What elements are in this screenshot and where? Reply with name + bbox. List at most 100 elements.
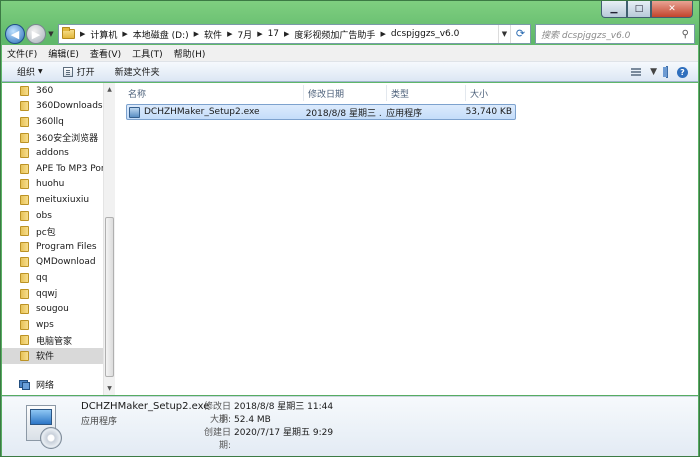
nav-item-qqwj[interactable]: qqwj — [2, 286, 103, 302]
nav-item-360llq[interactable]: 360llq — [2, 114, 103, 130]
folder-icon — [20, 288, 29, 299]
back-button[interactable]: ◀ — [5, 24, 25, 44]
folder-tree: 360 360Downloads 360llq 360安全浏览器 addons … — [2, 83, 103, 395]
chevron-right-icon[interactable]: ▶ — [380, 30, 385, 38]
breadcrumb-drive-d[interactable]: 本地磁盘 (D:) — [133, 28, 189, 41]
column-modified[interactable]: 修改日期 — [304, 85, 387, 101]
folder-icon — [20, 132, 29, 143]
nav-item-qq[interactable]: qq — [2, 270, 103, 286]
details-file-name: DCHZHMaker_Setup2.exe — [81, 401, 210, 412]
application-icon — [129, 106, 140, 118]
nav-item-360downloads[interactable]: 360Downloads — [2, 99, 103, 115]
nav-item-sougou[interactable]: sougou — [2, 301, 103, 317]
close-button[interactable]: ✕ — [651, 1, 693, 18]
breadcrumb-app-folder[interactable]: 度彩视频加广告助手 — [294, 28, 375, 41]
scroll-up-arrow-icon[interactable]: ▲ — [104, 83, 115, 96]
nav-item-ape-to-mp3[interactable]: APE To MP3 Por — [2, 161, 103, 177]
maximize-icon: □ — [634, 4, 644, 14]
modified-label: 修改日期: — [203, 402, 231, 425]
change-view-button[interactable] — [631, 68, 642, 76]
nav-scrollbar[interactable]: ▲ ▼ — [103, 83, 115, 395]
nav-item-label: APE To MP3 Por — [36, 163, 103, 174]
breadcrumb-17[interactable]: 17 — [268, 29, 279, 39]
view-options-dropdown[interactable]: ▼ — [650, 67, 657, 77]
nav-item-pc-pack[interactable]: pc包 — [2, 223, 103, 239]
nav-item-addons[interactable]: addons — [2, 145, 103, 161]
chevron-right-icon[interactable]: ▶ — [284, 30, 289, 38]
column-headers: 名称 修改日期 类型 大小 — [124, 85, 518, 101]
search-icon[interactable]: ⚲ — [682, 29, 689, 40]
new-folder-label: 新建文件夹 — [114, 68, 160, 78]
folder-icon — [20, 101, 29, 112]
open-button[interactable]: 打开 — [62, 65, 95, 78]
list-view-icon — [631, 68, 642, 76]
menu-help[interactable]: 帮助(H) — [174, 47, 206, 60]
breadcrumb-computer[interactable]: 计算机 — [90, 28, 117, 41]
nav-item-360[interactable]: 360 — [2, 83, 103, 99]
nav-item-label: 360 — [36, 85, 54, 96]
organize-button[interactable]: 组织 ▼ — [17, 65, 43, 78]
minimize-icon: ▁ — [610, 4, 618, 14]
preview-pane-button[interactable] — [666, 66, 668, 78]
nav-item-wps[interactable]: wps — [2, 317, 103, 333]
nav-item-label: 网络 — [36, 380, 55, 391]
folder-icon — [20, 194, 29, 205]
folder-icon — [20, 226, 29, 237]
address-history-dropdown[interactable]: ▼ — [498, 25, 510, 43]
size-label: 大小: — [209, 415, 231, 425]
address-bar-actions: ▼ ⟳ — [498, 25, 530, 43]
details-file-type: 应用程序 — [81, 417, 118, 427]
forward-button[interactable]: ▶ — [26, 24, 46, 44]
nav-item-software[interactable]: 软件 — [2, 348, 103, 364]
menu-tools[interactable]: 工具(T) — [132, 47, 163, 60]
help-icon: ? — [677, 66, 688, 78]
nav-item-qmdownload[interactable]: QMDownload — [2, 255, 103, 271]
menu-file[interactable]: 文件(F) — [7, 47, 37, 60]
installer-icon — [24, 403, 64, 449]
column-type[interactable]: 类型 — [387, 85, 466, 101]
details-values: 2018/8/8 星期三 11:44 52.4 MB 2020/7/17 星期五… — [234, 401, 333, 440]
breadcrumb-software[interactable]: 软件 — [204, 28, 222, 41]
folder-icon — [20, 241, 29, 252]
chevron-right-icon[interactable]: ▶ — [227, 30, 232, 38]
folder-icon — [20, 350, 29, 361]
breadcrumb-current-folder[interactable]: dcspjggzs_v6.0 — [391, 29, 460, 39]
maximize-button[interactable]: □ — [627, 1, 651, 18]
menu-view[interactable]: 查看(V) — [90, 47, 121, 60]
address-bar[interactable]: ▶ 计算机 ▶ 本地磁盘 (D:) ▶ 软件 ▶ 7月 ▶ 17 ▶ 度彩视频加… — [58, 24, 531, 44]
chevron-right-icon[interactable]: ▶ — [257, 30, 262, 38]
chevron-right-icon[interactable]: ▶ — [122, 30, 127, 38]
column-name[interactable]: 名称 — [124, 85, 304, 101]
breadcrumb-july[interactable]: 7月 — [237, 28, 252, 41]
nav-item-label: meituxiuxiu — [36, 194, 90, 205]
nav-item-huohu[interactable]: huohu — [2, 177, 103, 193]
file-name: DCHZHMaker_Setup2.exe — [144, 107, 260, 117]
nav-item-network[interactable]: 网络 — [2, 377, 103, 393]
refresh-icon[interactable]: ⟳ — [510, 25, 530, 43]
window-controls: ▁ □ ✕ — [601, 1, 693, 18]
file-type: 应用程序 — [386, 108, 423, 119]
nav-item-label: addons — [36, 148, 69, 159]
file-modified: 2018/8/8 星期三 ... — [305, 108, 383, 119]
search-input[interactable]: 搜索 dcspjggzs_v6.0 ⚲ — [535, 24, 695, 44]
nav-item-program-files[interactable]: Program Files — [2, 239, 103, 255]
scroll-down-arrow-icon[interactable]: ▼ — [104, 382, 115, 395]
chevron-right-icon[interactable]: ▶ — [194, 30, 199, 38]
created-label: 创建日期: — [203, 428, 231, 451]
folder-icon — [20, 116, 29, 127]
column-size[interactable]: 大小 — [466, 85, 518, 101]
help-button[interactable]: ? — [677, 66, 688, 78]
nav-item-360-browser[interactable]: 360安全浏览器 — [2, 130, 103, 146]
organize-label: 组织 — [17, 68, 36, 78]
nav-item-pc-manager[interactable]: 电脑管家 — [2, 333, 103, 349]
scrollbar-thumb[interactable] — [105, 217, 114, 377]
recent-pages-dropdown[interactable]: ▼ — [46, 30, 56, 38]
menu-edit[interactable]: 编辑(E) — [48, 47, 79, 60]
details-labels: 修改日期: 大小: 创建日期: — [194, 401, 231, 451]
minimize-button[interactable]: ▁ — [601, 1, 627, 18]
nav-item-obs[interactable]: obs — [2, 208, 103, 224]
nav-item-meituxiuxiu[interactable]: meituxiuxiu — [2, 192, 103, 208]
new-folder-button[interactable]: 新建文件夹 — [115, 65, 160, 78]
chevron-right-icon[interactable]: ▶ — [80, 30, 85, 38]
file-row-selected[interactable]: DCHZHMaker_Setup2.exe 2018/8/8 星期三 ... 应… — [126, 104, 516, 120]
